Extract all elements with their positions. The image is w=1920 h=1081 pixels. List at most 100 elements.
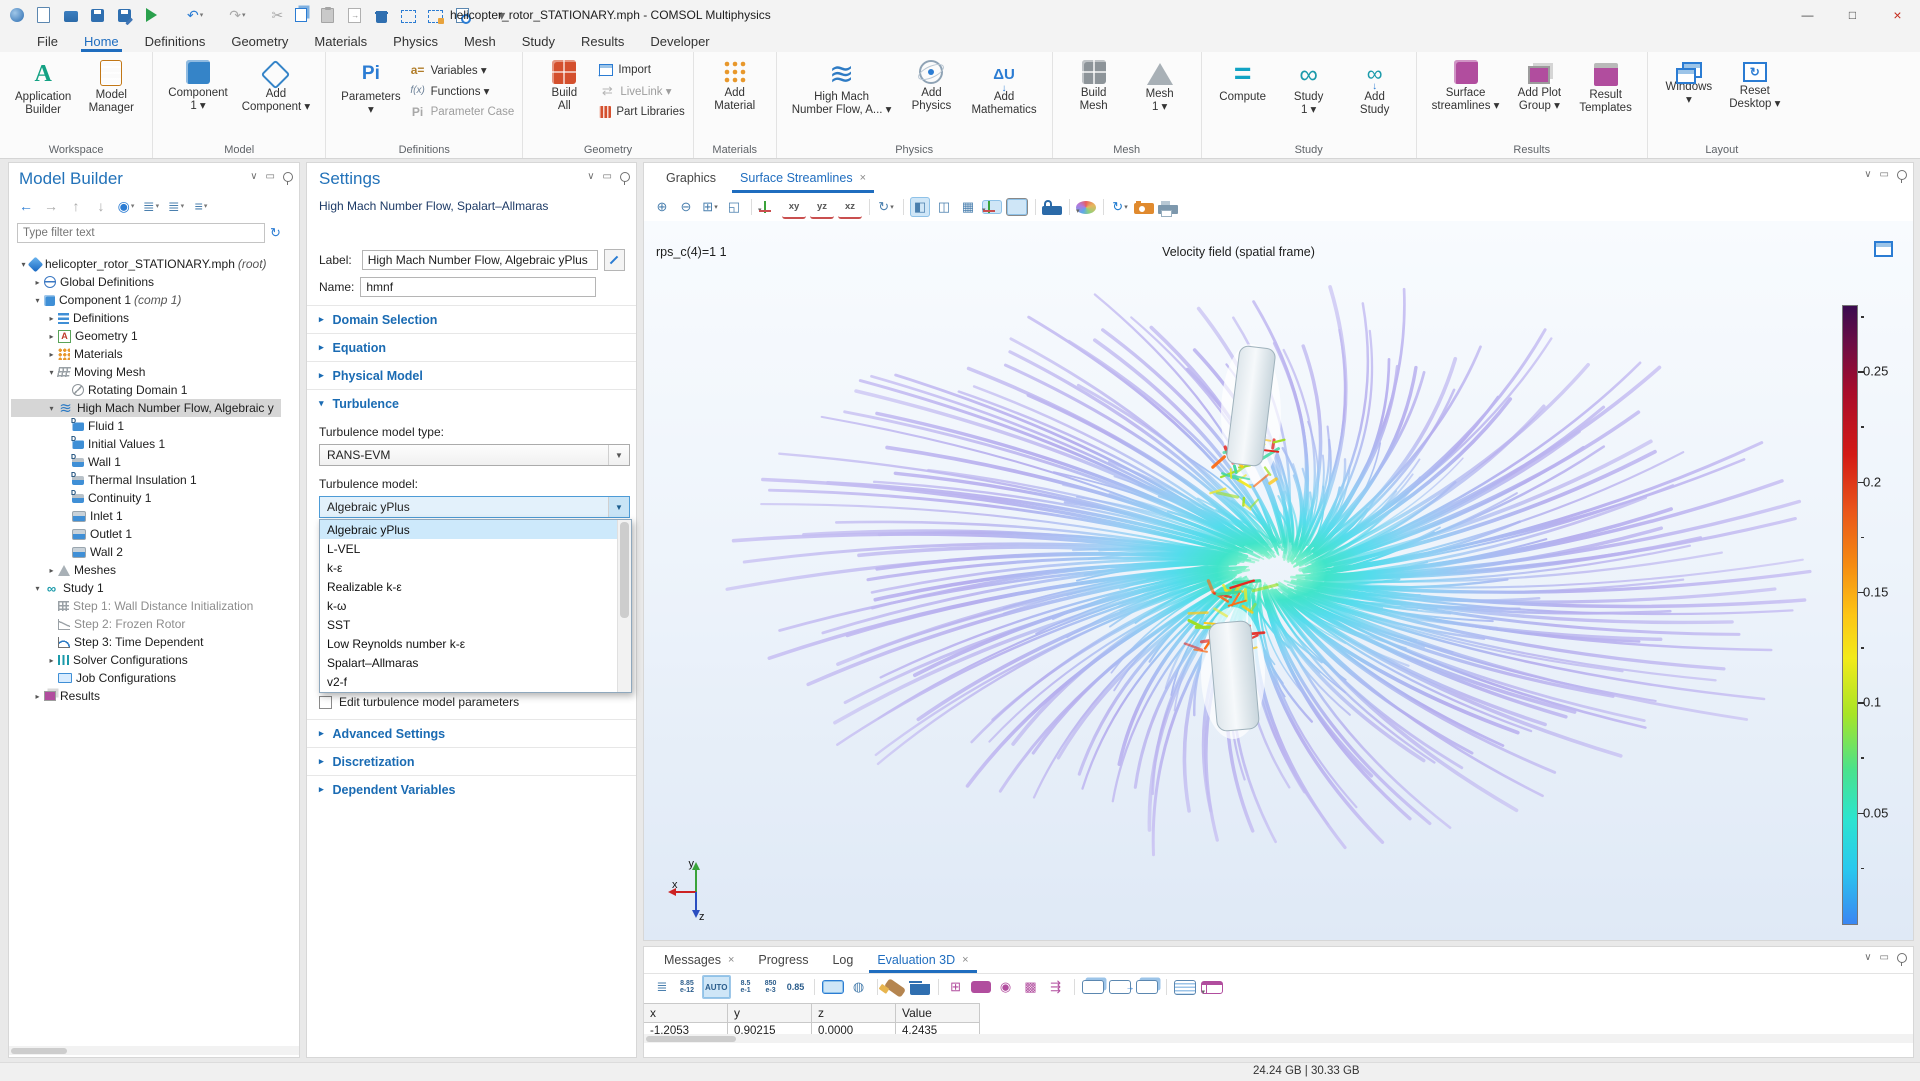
menu-developer[interactable]: Developer xyxy=(637,30,722,52)
export-table-icon[interactable]: ▾ xyxy=(1109,980,1131,994)
tab-messages[interactable]: Messages× xyxy=(652,947,746,973)
rename-icon[interactable] xyxy=(604,249,625,271)
tree-item[interactable]: Step 3: Time Dependent xyxy=(11,633,297,651)
mesh-1-button[interactable]: Mesh1 ▾ xyxy=(1127,56,1193,118)
surface-plot-icon[interactable]: ▾ xyxy=(971,981,991,993)
expand-all-icon[interactable]: ≣ ▾ xyxy=(142,197,160,215)
lock-axes-icon[interactable]: ▾ xyxy=(1042,206,1062,215)
wireframe-icon[interactable]: ▦ ▾ xyxy=(958,197,978,217)
add-study-button[interactable]: AddStudy xyxy=(1342,56,1408,121)
application-builder-button[interactable]: ApplicationBuilder xyxy=(8,56,78,121)
panel-menu-icon[interactable]: ∨ xyxy=(250,171,257,182)
display-precision-icon[interactable]: 8.85 e-12 ▾ xyxy=(677,977,697,997)
surface-streamlines-button[interactable]: Surfacestreamlines ▾ xyxy=(1425,56,1507,119)
panel-menu-icon[interactable]: ∨ xyxy=(1864,169,1871,180)
close-tab-icon[interactable]: × xyxy=(728,954,734,966)
menu-physics[interactable]: Physics xyxy=(380,30,451,52)
view-xy-icon[interactable]: xy ▾ xyxy=(782,195,806,219)
delete-icon[interactable]: ▾ xyxy=(373,4,391,26)
go-back-icon[interactable]: ← ▾ xyxy=(17,197,35,215)
dropdown-option[interactable]: Low Reynolds number k-ε xyxy=(320,634,631,653)
filter-refresh-icon[interactable]: ↻ xyxy=(270,225,281,241)
panel-pin-icon[interactable] xyxy=(620,172,630,182)
result-templates-button[interactable]: ResultTemplates xyxy=(1572,56,1638,119)
run-icon[interactable]: ▾ xyxy=(143,4,161,26)
engineering-notation-icon[interactable]: 850 e-3 ▾ xyxy=(761,977,781,997)
menu-geometry[interactable]: Geometry xyxy=(218,30,301,52)
zoom-extents-icon[interactable]: ◱ ▾ xyxy=(724,197,744,217)
rotate-view-icon[interactable]: ↻ ▾ xyxy=(876,197,896,217)
tree-horizontal-scrollbar[interactable] xyxy=(9,1046,299,1055)
filter-columns-icon[interactable]: ⇶ ▾ xyxy=(1046,977,1066,997)
tree-options-icon[interactable]: ≡ ▾ xyxy=(192,197,210,215)
part-libraries-button[interactable]: Part Libraries xyxy=(599,103,684,120)
import-button[interactable]: Import xyxy=(599,61,684,78)
dropdown-option[interactable]: Algebraic yPlus xyxy=(320,520,631,539)
save-as-icon[interactable]: ▾ xyxy=(116,4,134,26)
dropdown-option[interactable]: Realizable k-ε xyxy=(320,577,631,596)
update-plot-icon[interactable]: ↻ ▾ xyxy=(1110,197,1130,217)
tree-item[interactable]: ▸ Results xyxy=(11,687,297,705)
section-dependent-variables[interactable]: ▸Dependent Variables xyxy=(307,775,636,803)
axis-orientation-icon[interactable]: ▾ xyxy=(982,200,1002,214)
table-header-cell[interactable]: x xyxy=(644,1003,728,1023)
turbulence-model-type-select[interactable]: RANS-EVM▼ xyxy=(319,444,630,466)
clear-table-icon[interactable]: ▾ xyxy=(883,978,905,998)
dropdown-option[interactable]: k-ε xyxy=(320,558,631,577)
undo-icon[interactable]: ↶ ▾ xyxy=(170,4,203,26)
add-component-button[interactable]: AddComponent ▾ xyxy=(235,56,317,118)
tree-item[interactable]: Outlet 1 xyxy=(11,525,297,543)
show-icon[interactable]: ◉ ▾ xyxy=(117,197,135,215)
snapshot-icon[interactable]: ▾ xyxy=(1134,203,1154,214)
model-manager-button[interactable]: ModelManager xyxy=(78,56,144,121)
menu-home[interactable]: Home xyxy=(71,30,132,52)
tree-item[interactable]: Thermal Insulation 1 xyxy=(11,471,297,489)
tree-item[interactable]: ▾ High Mach Number Flow, Algebraic y xyxy=(11,399,297,417)
color-legend-icon[interactable]: ▾ xyxy=(1006,198,1028,216)
tree-item[interactable]: Step 2: Frozen Rotor xyxy=(11,615,297,633)
save-icon[interactable]: ▾ xyxy=(89,4,107,26)
comsol-logo[interactable]: ▾ xyxy=(8,4,26,26)
tree-item[interactable]: Wall 1 xyxy=(11,453,297,471)
functions-button[interactable]: Functions ▾ xyxy=(410,82,515,99)
section-domain-selection[interactable]: ▸Domain Selection xyxy=(307,305,636,333)
tab-surface-streamlines[interactable]: Surface Streamlines× xyxy=(728,163,878,193)
menu-study[interactable]: Study xyxy=(509,30,568,52)
component-1-button[interactable]: Component1 ▾ xyxy=(161,56,234,118)
menu-file[interactable]: File xyxy=(24,30,71,52)
parameter-case-button[interactable]: Parameter Case xyxy=(410,103,515,120)
plot-area[interactable]: rps_c(4)=1 1 Velocity field (spatial fra… xyxy=(644,221,1913,940)
study-1-button[interactable]: Study1 ▾ xyxy=(1276,56,1342,121)
zoom-out-icon[interactable]: ⊖ ▾ xyxy=(676,197,696,217)
tab-graphics[interactable]: Graphics xyxy=(654,163,728,193)
tree-item[interactable]: Inlet 1 xyxy=(11,507,297,525)
close-button[interactable]: × xyxy=(1875,0,1920,30)
dropdown-option[interactable]: L-VEL xyxy=(320,539,631,558)
tree-item[interactable]: Job Configurations xyxy=(11,669,297,687)
tree-item[interactable]: ▾ Moving Mesh xyxy=(11,363,297,381)
copy-table-icon[interactable]: ▾ xyxy=(1082,980,1104,994)
menu-materials[interactable]: Materials xyxy=(301,30,380,52)
clear-selection-icon[interactable]: ▾ xyxy=(427,4,445,26)
tree-item[interactable]: ▸ Meshes xyxy=(11,561,297,579)
default-view-icon[interactable]: ▾ xyxy=(758,200,778,214)
table-horizontal-scrollbar[interactable] xyxy=(644,1034,1913,1043)
panel-float-icon[interactable]: ▭ xyxy=(1880,169,1889,180)
table-header-cell[interactable]: z xyxy=(812,1003,896,1023)
tree-item[interactable]: ▸ Materials xyxy=(11,345,297,363)
high-mach-number-flow-button[interactable]: High MachNumber Flow, A... ▾ xyxy=(785,56,899,121)
table-header-cell[interactable]: Value xyxy=(896,1003,980,1023)
zoom-in-icon[interactable]: ⊕ ▾ xyxy=(652,197,672,217)
panel-menu-icon[interactable]: ∨ xyxy=(587,171,594,182)
maximize-button[interactable]: □ xyxy=(1830,0,1875,30)
dropdown-scrollbar[interactable] xyxy=(617,520,631,692)
tree-item[interactable]: Initial Values 1 xyxy=(11,435,297,453)
plot-window-icon[interactable] xyxy=(1874,241,1893,257)
go-forward-icon[interactable]: → ▾ xyxy=(42,197,60,215)
dropdown-option[interactable]: k-ω xyxy=(320,596,631,615)
redo-icon[interactable]: ↷ ▾ xyxy=(212,4,245,26)
tree-item[interactable]: ▸ Definitions xyxy=(11,309,297,327)
dropdown-option[interactable]: Spalart–Allmaras xyxy=(320,653,631,672)
radial-plot-icon[interactable]: ◉ ▾ xyxy=(996,977,1016,997)
scatter-plot-icon[interactable]: ▩ ▾ xyxy=(1021,977,1041,997)
